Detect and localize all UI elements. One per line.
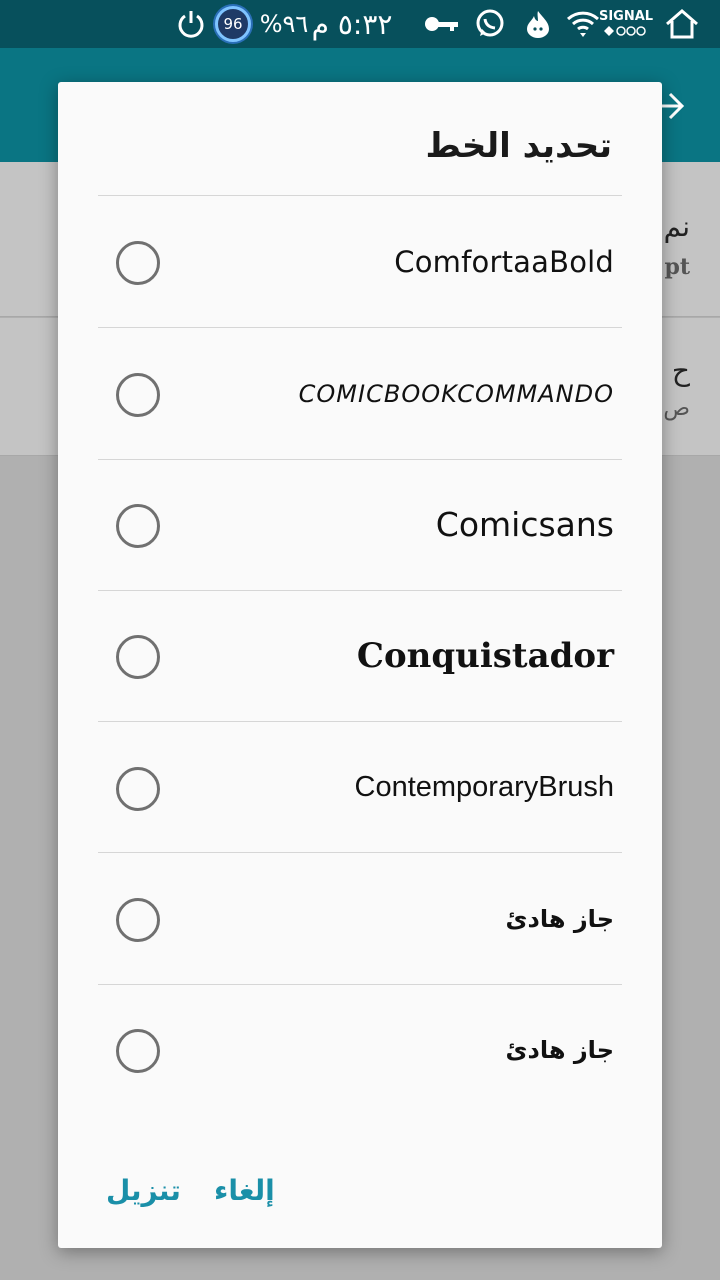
radio-button[interactable] <box>116 635 160 679</box>
radio-button[interactable] <box>116 373 160 417</box>
settings-row-subtitle: pt <box>664 254 690 280</box>
font-option-comicsans[interactable]: Comicsans <box>98 459 622 590</box>
battery-saver-badge: 96 <box>215 6 251 42</box>
cancel-button[interactable]: إلغاء <box>214 1174 275 1207</box>
font-option-label: COMICBOOKCOMMANDO <box>298 379 614 408</box>
font-option-label: جاز هادئ <box>505 1035 614 1064</box>
signal-indicator: SIGNAL <box>598 0 654 48</box>
power-icon <box>176 0 206 48</box>
download-button[interactable]: تنزيل <box>106 1174 181 1207</box>
home-icon <box>662 0 702 48</box>
font-option-label: Comicsans <box>435 505 614 544</box>
dialog-title: تحديد الخط <box>425 126 613 166</box>
radio-button[interactable] <box>116 504 160 548</box>
signal-label: SIGNAL <box>598 9 654 24</box>
status-bar: 96 %٩٦ ٥:٣٢ م SIGNAL <box>0 0 720 48</box>
font-option-label: ContemporaryBrush <box>354 771 615 803</box>
font-option-comfortaabold[interactable]: ComfortaaBold <box>98 196 622 327</box>
font-option-label: جاز هادئ <box>505 904 614 933</box>
radio-button[interactable] <box>116 241 160 285</box>
font-option-contemporarybrush[interactable]: ContemporaryBrush <box>98 722 622 853</box>
font-option-comicbookcommando[interactable]: COMICBOOKCOMMANDO <box>98 328 622 459</box>
font-option-jazz-calm-2[interactable]: جاز هادئ <box>98 984 622 1115</box>
font-picker-dialog: تحديد الخط ComfortaaBold COMICBOOKCOMMAN… <box>58 82 662 1248</box>
whatsapp-icon <box>472 0 508 48</box>
font-option-label: Conquistador <box>356 635 614 676</box>
settings-row-title: ح <box>671 354 690 387</box>
font-option-jazz-calm-1[interactable]: جاز هادئ <box>98 853 622 984</box>
radio-button[interactable] <box>116 898 160 942</box>
settings-row-subtitle: ص <box>663 396 690 421</box>
battery-percentage: %٩٦ <box>259 10 309 38</box>
font-option-label: ComfortaaBold <box>394 244 614 279</box>
dialog-actions: إلغاء تنزيل <box>58 1108 662 1248</box>
font-option-conquistador[interactable]: Conquistador <box>98 590 622 721</box>
radio-button[interactable] <box>116 767 160 811</box>
wifi-icon <box>564 0 602 48</box>
settings-row-title: نم <box>663 210 690 243</box>
vpn-key-icon <box>422 0 462 48</box>
radio-button[interactable] <box>116 1029 160 1073</box>
signal-dots-icon <box>604 26 646 36</box>
app-flame-icon <box>522 0 554 48</box>
clock-time: ٥:٣٢ م <box>311 7 393 41</box>
